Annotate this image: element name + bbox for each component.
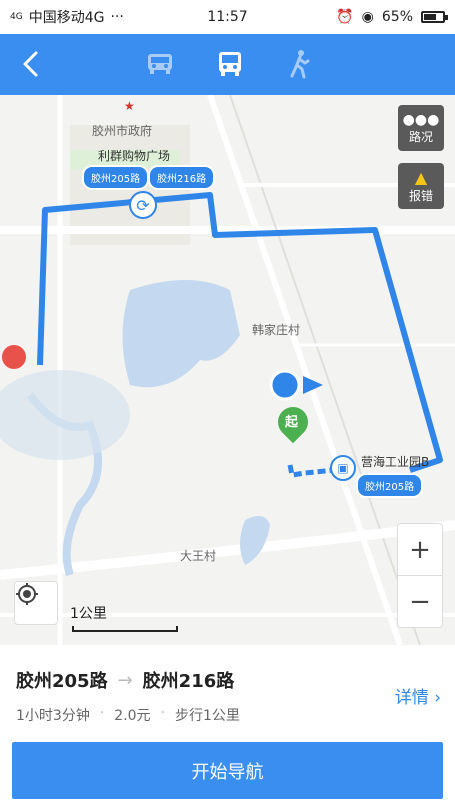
transport-toolbar <box>0 34 455 95</box>
bus-icon <box>219 52 241 76</box>
status-right: ⏰ ◉ 65% <box>336 9 448 25</box>
route-summary[interactable]: 胶州205路 → 胶州216路 <box>16 667 234 693</box>
zoom-control: + − <box>397 523 443 628</box>
route-duration: 1小时3分钟 <box>16 708 90 724</box>
report-label: 报错 <box>408 189 433 203</box>
alarm-icon: ⏰ <box>336 9 354 25</box>
separator-dot: · <box>99 705 105 721</box>
status-left: 4G 中国移动4G ··· <box>10 7 124 27</box>
poi-gov[interactable]: 胶州市政府 <box>92 122 152 139</box>
transport-mode-tabs <box>140 44 320 84</box>
landmark-icon: ★ <box>124 99 135 113</box>
scale-label: 1公里 <box>70 606 107 622</box>
detail-link[interactable]: 详情 › <box>395 683 441 708</box>
map-view[interactable]: ★ 胶州市政府 利群购物广场 韩家庄村 大王村 营海工业园B 胶州205路 胶州… <box>0 95 455 645</box>
traffic-button[interactable]: ●●● 路况 <box>398 105 444 151</box>
location-status-icon: ◉ <box>361 9 374 25</box>
network-type: 4G <box>10 11 23 22</box>
locate-icon <box>16 583 38 605</box>
arrow-right-icon: → <box>117 669 133 691</box>
battery-percent: 65% <box>381 9 413 25</box>
start-label: 起 <box>285 415 299 430</box>
tab-bus[interactable] <box>210 44 250 84</box>
poi-village-2[interactable]: 大王村 <box>180 547 216 564</box>
map-canvas <box>0 95 455 645</box>
zoom-out-button[interactable]: − <box>398 576 442 628</box>
poi-village-1[interactable]: 韩家庄村 <box>252 321 300 338</box>
route-price: 2.0元 <box>114 708 151 724</box>
walk-icon <box>290 50 310 79</box>
bus-stop-icon[interactable]: ▣ <box>330 455 356 481</box>
battery-fill <box>424 14 436 20</box>
status-bar: 4G 中国移动4G ··· 11:57 ⏰ ◉ 65% <box>0 0 455 34</box>
report-button[interactable]: ▲ 报错 <box>398 163 444 209</box>
bus-tag-205[interactable]: 胶州205路 <box>82 165 150 190</box>
transfer-icon[interactable]: ⟳ <box>129 191 157 219</box>
more-icon: ··· <box>110 9 124 25</box>
chevron-right-icon: › <box>434 688 441 708</box>
poi-industry[interactable]: 营海工业园B <box>361 453 429 470</box>
tab-walk[interactable] <box>280 44 320 84</box>
separator-dot: · <box>160 705 165 721</box>
route-walk: 步行1公里 <box>175 708 240 724</box>
back-arrow-icon <box>23 51 38 77</box>
traffic-icon: ●●● <box>402 111 440 128</box>
scale-bar <box>72 626 178 632</box>
traffic-label: 路况 <box>408 129 433 144</box>
back-button[interactable] <box>16 48 48 80</box>
battery-icon <box>421 11 448 23</box>
warning-icon: ▲ <box>414 168 428 187</box>
bus-tag-216[interactable]: 胶州216路 <box>148 165 216 190</box>
zoom-in-button[interactable]: + <box>398 524 442 576</box>
route-panel: 胶州205路 → 胶州216路 详情 › 1小时3分钟 · 2.0元 · 步行1… <box>0 645 455 810</box>
detail-label: 详情 <box>394 688 429 708</box>
carrier-name: 中国移动4G <box>28 10 105 26</box>
start-navigation-button[interactable]: 开始导航 <box>12 742 443 799</box>
route-line-b: 胶州216路 <box>142 671 235 692</box>
locate-button[interactable] <box>14 581 58 625</box>
tab-car[interactable] <box>140 44 180 84</box>
car-icon <box>148 54 172 74</box>
route-meta: 1小时3分钟 · 2.0元 · 步行1公里 <box>16 705 240 725</box>
route-line-a: 胶州205路 <box>16 671 108 692</box>
poi-plaza[interactable]: 利群购物广场 <box>98 147 170 164</box>
bus-tag-205-end[interactable]: 胶州205路 <box>356 473 424 498</box>
